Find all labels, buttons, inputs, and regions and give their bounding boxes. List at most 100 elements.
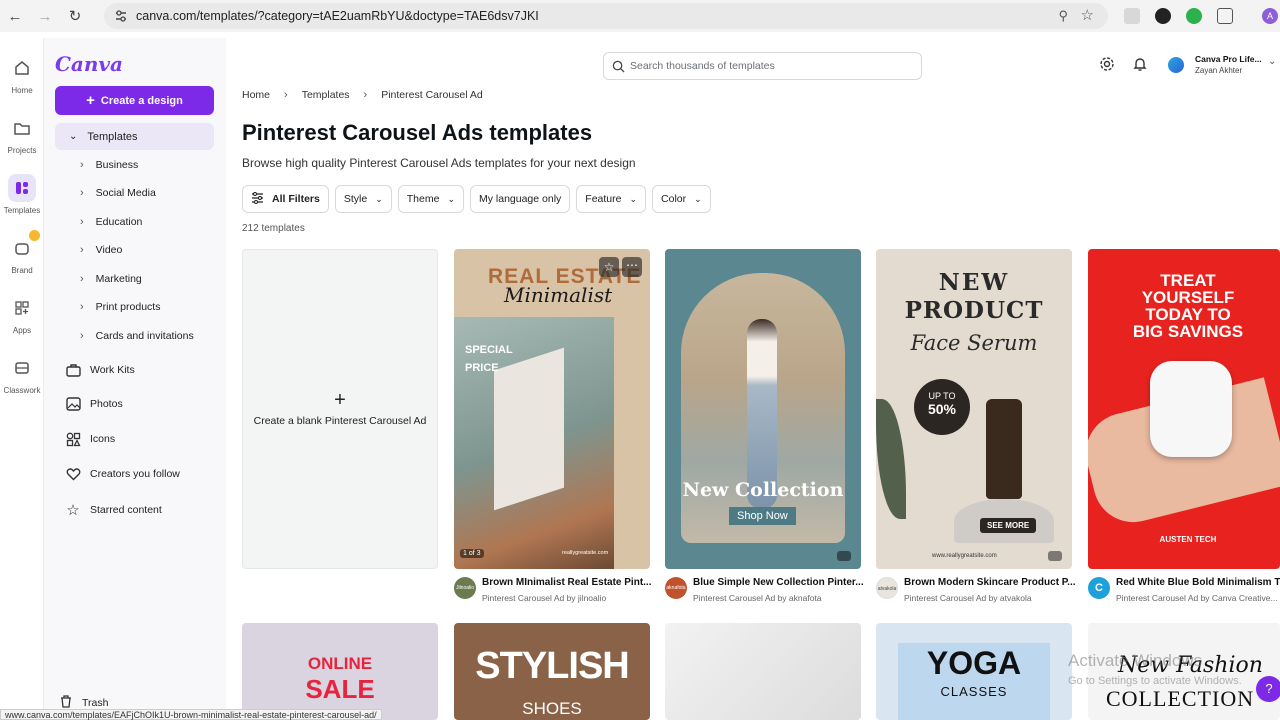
sidebar-item-creators[interactable]: Creators you follow <box>64 465 180 483</box>
template-card-fashion[interactable]: New Fashion COLLECTION <box>1088 623 1280 720</box>
profile-avatar[interactable]: A <box>1262 8 1278 24</box>
template-card-yoga[interactable]: YOGA CLASSES <box>876 623 1072 720</box>
sidebar-item-label: Education <box>95 216 143 228</box>
sidebar-item-cards-invitations[interactable]: › Cards and invitations <box>80 330 194 342</box>
main-content: Home › Templates › Pinterest Carousel Ad P… <box>226 88 1280 720</box>
sidebar-item-label: Creators you follow <box>90 468 180 480</box>
site-info-icon[interactable] <box>114 9 128 23</box>
search-input[interactable]: Search thousands of templates <box>603 52 922 80</box>
sidebar-item-icons[interactable]: Icons <box>64 430 115 448</box>
apps-icon <box>8 294 36 322</box>
template-heading: NEW <box>938 269 1010 296</box>
star-icon: ☆ <box>603 260 615 274</box>
creator-avatar: atvakola <box>876 577 898 599</box>
rail-projects[interactable]: Projects <box>0 114 44 155</box>
extensions-puzzle-icon[interactable] <box>1217 8 1233 24</box>
briefcase-icon <box>64 361 82 379</box>
rail-classwork[interactable]: Classwork <box>0 354 44 395</box>
create-design-label: Create a design <box>100 94 183 107</box>
template-card-new-collection[interactable]: New Collection Shop Now <box>665 249 861 569</box>
filter-bar: All Filters Style ⌄ Theme ⌄ My language on… <box>242 185 711 213</box>
template-heading: CLASSES <box>940 684 1008 699</box>
rail-apps[interactable]: Apps <box>0 294 44 335</box>
sidebar-item-label: Photos <box>90 398 123 410</box>
forward-icon[interactable]: → <box>30 0 60 32</box>
template-meta-real-estate[interactable]: Jilnoalio Brown MInimalist Real Estate P… <box>454 575 654 607</box>
sidebar-item-label: Business <box>95 159 139 171</box>
sidebar-item-print-products[interactable]: › Print products <box>80 301 160 313</box>
template-meta-big-savings[interactable]: C Red White Blue Bold Minimalism T... Pi… <box>1088 575 1280 607</box>
sidebar-item-education[interactable]: › Education <box>80 216 142 228</box>
all-filters-button[interactable]: All Filters <box>242 185 329 213</box>
template-meta-skincare[interactable]: atvakola Brown Modern Skincare Product P… <box>876 575 1076 607</box>
template-card-online-sale[interactable]: ONLINE SALE <box>242 623 438 720</box>
reload-icon[interactable]: ↻ <box>60 0 90 32</box>
sliders-icon <box>251 191 264 207</box>
create-design-button[interactable]: + Create a design <box>55 86 214 115</box>
filter-label: All Filters <box>272 193 320 205</box>
rail-templates-label: Templates <box>3 206 41 215</box>
sidebar-item-social-media[interactable]: › Social Media <box>80 187 156 199</box>
template-footer: reallygreatsite.com <box>562 550 609 556</box>
filter-label: Theme <box>406 193 440 205</box>
extension-k-icon[interactable] <box>1155 8 1171 24</box>
star-button[interactable]: ☆ <box>599 257 619 277</box>
sidebar-item-work-kits[interactable]: Work Kits <box>64 361 135 379</box>
sidebar-item-label: Marketing <box>95 273 142 285</box>
more-options-button[interactable]: ⋯ <box>622 257 642 277</box>
template-card-real-estate[interactable]: REAL ESTATE Minimalist SPECIAL PRICE 1 o… <box>454 249 650 569</box>
chevron-down-icon: ⌄ <box>69 131 78 142</box>
breadcrumb-templates[interactable]: Templates <box>302 89 350 101</box>
template-name: Brown Modern Skincare Product P... <box>904 577 1076 588</box>
zoom-icon[interactable]: ⚲ <box>1058 8 1068 24</box>
sidebar-item-templates[interactable]: ⌄ Templates <box>55 123 214 150</box>
template-name: Brown MInimalist Real Estate Pint... <box>482 577 652 588</box>
filter-theme[interactable]: Theme ⌄ <box>397 185 464 213</box>
help-chat-button[interactable]: ? <box>1256 676 1280 702</box>
create-blank-card[interactable]: + Create a blank Pinterest Carousel Ad <box>242 249 438 569</box>
rail-home-label: Home <box>11 86 33 95</box>
chevron-down-icon: ⌄ <box>629 193 638 204</box>
template-card-skincare[interactable]: NEW PRODUCT Face Serum UP TO 50% SEE MOR… <box>876 249 1072 569</box>
sidebar-item-marketing[interactable]: › Marketing <box>80 273 142 285</box>
account-user-name: Zayan Akhter <box>1195 66 1243 75</box>
account-menu[interactable]: Canva Pro Life... Zayan Akhter ⌄ <box>1168 52 1278 78</box>
template-heading: ONLINE <box>307 654 373 673</box>
sidebar-item-business[interactable]: › Business <box>80 159 138 171</box>
template-byline: Pinterest Carousel Ad by Canva Creative.… <box>1116 593 1278 603</box>
filter-feature[interactable]: Feature ⌄ <box>576 185 647 213</box>
filter-style[interactable]: Style ⌄ <box>334 185 392 213</box>
image-icon <box>64 395 82 413</box>
creator-avatar: aknafota <box>665 577 687 599</box>
plant-leaf <box>876 399 906 519</box>
template-script: Minimalist <box>504 283 613 307</box>
template-meta-new-collection[interactable]: aknafota Blue Simple New Collection Pint… <box>665 575 865 607</box>
back-icon[interactable]: ← <box>0 0 30 32</box>
breadcrumb-home[interactable]: Home <box>242 89 270 101</box>
address-bar[interactable]: canva.com/templates/?category=tAE2uamRbY… <box>104 3 1108 29</box>
filter-my-language[interactable]: My language only <box>469 185 571 213</box>
template-card-silk[interactable] <box>665 623 861 720</box>
notifications-bell-icon[interactable] <box>1132 56 1148 72</box>
canva-logo[interactable]: Canva <box>55 52 123 76</box>
plus-icon: + <box>86 92 95 109</box>
extension-shield-icon[interactable] <box>1124 8 1140 24</box>
sidebar-item-video[interactable]: › Video <box>80 244 122 256</box>
sidebar-item-label: Print products <box>95 301 161 313</box>
sidebar-item-starred[interactable]: ☆ Starred content <box>64 501 162 519</box>
rail-brand[interactable]: Brand <box>0 230 44 275</box>
activate-windows-watermark: Activate Windows <box>1068 651 1203 670</box>
filter-color[interactable]: Color ⌄ <box>652 185 711 213</box>
page-subtitle: Browse high quality Pinterest Carousel A… <box>242 156 636 170</box>
template-byline: Pinterest Carousel Ad by jilnoalio <box>482 593 607 603</box>
rail-projects-label: Projects <box>7 146 37 155</box>
template-card-big-savings[interactable]: TREAT YOURSELF TODAY TO BIG SAVINGS AUST… <box>1088 249 1280 569</box>
bookmark-star-icon[interactable]: ☆ <box>1081 6 1094 24</box>
rail-templates[interactable]: Templates <box>0 174 44 215</box>
rail-home[interactable]: Home <box>0 54 44 95</box>
sidebar-item-photos[interactable]: Photos <box>64 395 123 413</box>
discount-value: 50% <box>927 401 957 417</box>
settings-gear-icon[interactable] <box>1099 56 1115 72</box>
template-card-stylish-shoes[interactable]: STYLISH SHOES <box>454 623 650 720</box>
extension-green-icon[interactable] <box>1186 8 1202 24</box>
